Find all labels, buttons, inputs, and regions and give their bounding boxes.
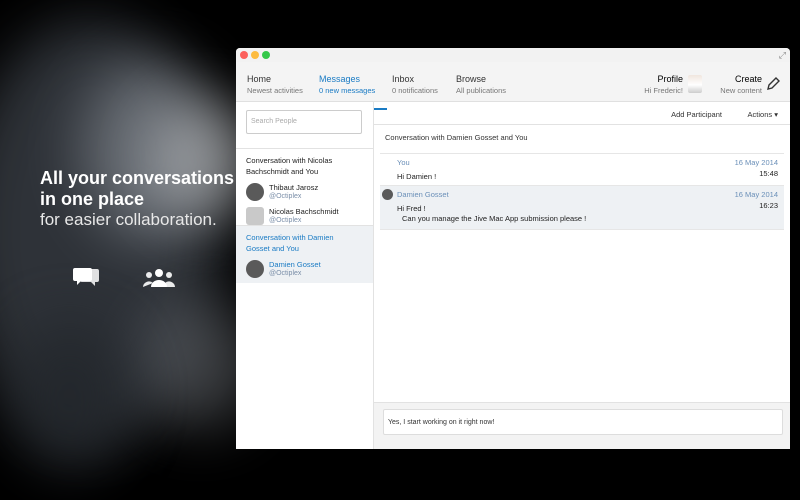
message: Damien Gosset 16 May 2014 Hi Fred ! Can … <box>380 185 784 230</box>
tab-sub: 0 new messages <box>319 86 376 95</box>
message-line: Hi Damien ! <box>397 172 437 181</box>
conversation-title: Conversation with Damien Gosset and You <box>246 233 334 253</box>
create-sub: New content <box>720 86 762 95</box>
message-author: You <box>397 158 410 167</box>
tab-home[interactable]: Home Newest activities <box>247 74 303 95</box>
top-nav: Home Newest activities Messages 0 new me… <box>236 62 790 110</box>
message-time: 15:48 <box>759 169 778 178</box>
tab-sub: 0 notifications <box>392 86 438 95</box>
message-author: Damien Gosset <box>397 190 449 199</box>
avatar <box>246 207 264 225</box>
message-body: Hi Fred ! Can you manage the Jive Mac Ap… <box>380 201 784 229</box>
close-window-button[interactable] <box>240 51 248 59</box>
participant-handle[interactable]: @Octiplex <box>269 270 301 277</box>
chat-bubbles-icon <box>73 268 99 286</box>
participant-name: Thibaut Jarosz <box>269 183 319 192</box>
message-line: Can you manage the Jive Mac App submissi… <box>402 214 587 223</box>
participant: Thibaut Jarosz @Octiplex <box>246 181 363 205</box>
participant-handle[interactable]: @Octiplex <box>269 217 301 224</box>
message-composer-input[interactable]: Yes, I start working on it right now! <box>383 409 783 435</box>
conversation-item-selected[interactable]: Conversation with Damien Gosset and You … <box>236 225 373 283</box>
actions-menu-button[interactable]: Actions ▾ <box>748 110 778 119</box>
minimize-window-button[interactable] <box>251 51 259 59</box>
promo-line-3: for easier collaboration. <box>40 210 217 229</box>
avatar <box>246 183 264 201</box>
conversation-item[interactable]: Conversation with Nicolas Bachschmidt an… <box>236 148 373 225</box>
add-participant-button[interactable]: Add Participant <box>671 110 722 119</box>
tab-browse[interactable]: Browse All publications <box>456 74 506 95</box>
fullscreen-icon[interactable]: ⤢ <box>779 50 786 61</box>
search-people-input[interactable]: Search People <box>246 110 362 134</box>
app-window: ⤢ Home Newest activities Messages 0 new … <box>236 48 790 449</box>
tab-label: Inbox <box>392 74 415 84</box>
tab-sub: Newest activities <box>247 86 303 95</box>
tab-label: Messages <box>319 74 361 84</box>
tab-sub: All publications <box>456 86 507 95</box>
conversation-toolbar: Add Participant Actions ▾ <box>374 102 790 125</box>
create-label: Create <box>734 74 762 84</box>
message-time: 16:23 <box>759 201 778 210</box>
tab-messages[interactable]: Messages 0 new messages <box>306 74 388 110</box>
tab-inbox[interactable]: Inbox 0 notifications <box>392 74 438 95</box>
profile-avatar[interactable] <box>688 75 702 93</box>
message-header: Damien Gosset 16 May 2014 <box>380 185 784 201</box>
message-date: 16 May 2014 <box>734 190 778 199</box>
participant-handle[interactable]: @Octiplex <box>269 193 301 200</box>
profile-sub: Hi Frederic! <box>644 86 683 95</box>
conversation-title: Conversation with Nicolas Bachschmidt an… <box>246 156 333 176</box>
promo-text: All your conversations in one place for … <box>40 168 234 230</box>
participant-name: Nicolas Bachschmidt <box>269 207 339 216</box>
message-line: Hi Fred ! <box>397 204 426 213</box>
avatar <box>246 260 264 278</box>
profile-button[interactable]: Profile Hi Frederic! <box>644 74 683 95</box>
message-date: 16 May 2014 <box>734 158 778 167</box>
tab-label: Browse <box>456 74 487 84</box>
tab-label: Home <box>247 74 272 84</box>
promo-line-2: in one place <box>40 189 145 209</box>
message-header: You 16 May 2014 <box>380 153 784 169</box>
zoom-window-button[interactable] <box>262 51 270 59</box>
profile-label: Profile <box>657 74 683 84</box>
conversation-pane: Add Participant Actions ▾ Conversation w… <box>374 102 790 449</box>
pencil-icon[interactable] <box>766 77 780 91</box>
avatar <box>382 189 393 200</box>
create-button[interactable]: Create New content <box>720 74 762 95</box>
title-bar: ⤢ <box>236 48 790 62</box>
participant-name: Damien Gosset <box>269 260 321 269</box>
participant: Damien Gosset @Octiplex <box>246 258 363 282</box>
people-group-icon <box>143 269 175 287</box>
promo-line-1: All your conversations <box>40 168 235 188</box>
conversation-title: Conversation with Damien Gosset and You <box>385 133 528 142</box>
conversation-sidebar: Search People Conversation with Nicolas … <box>236 102 374 449</box>
